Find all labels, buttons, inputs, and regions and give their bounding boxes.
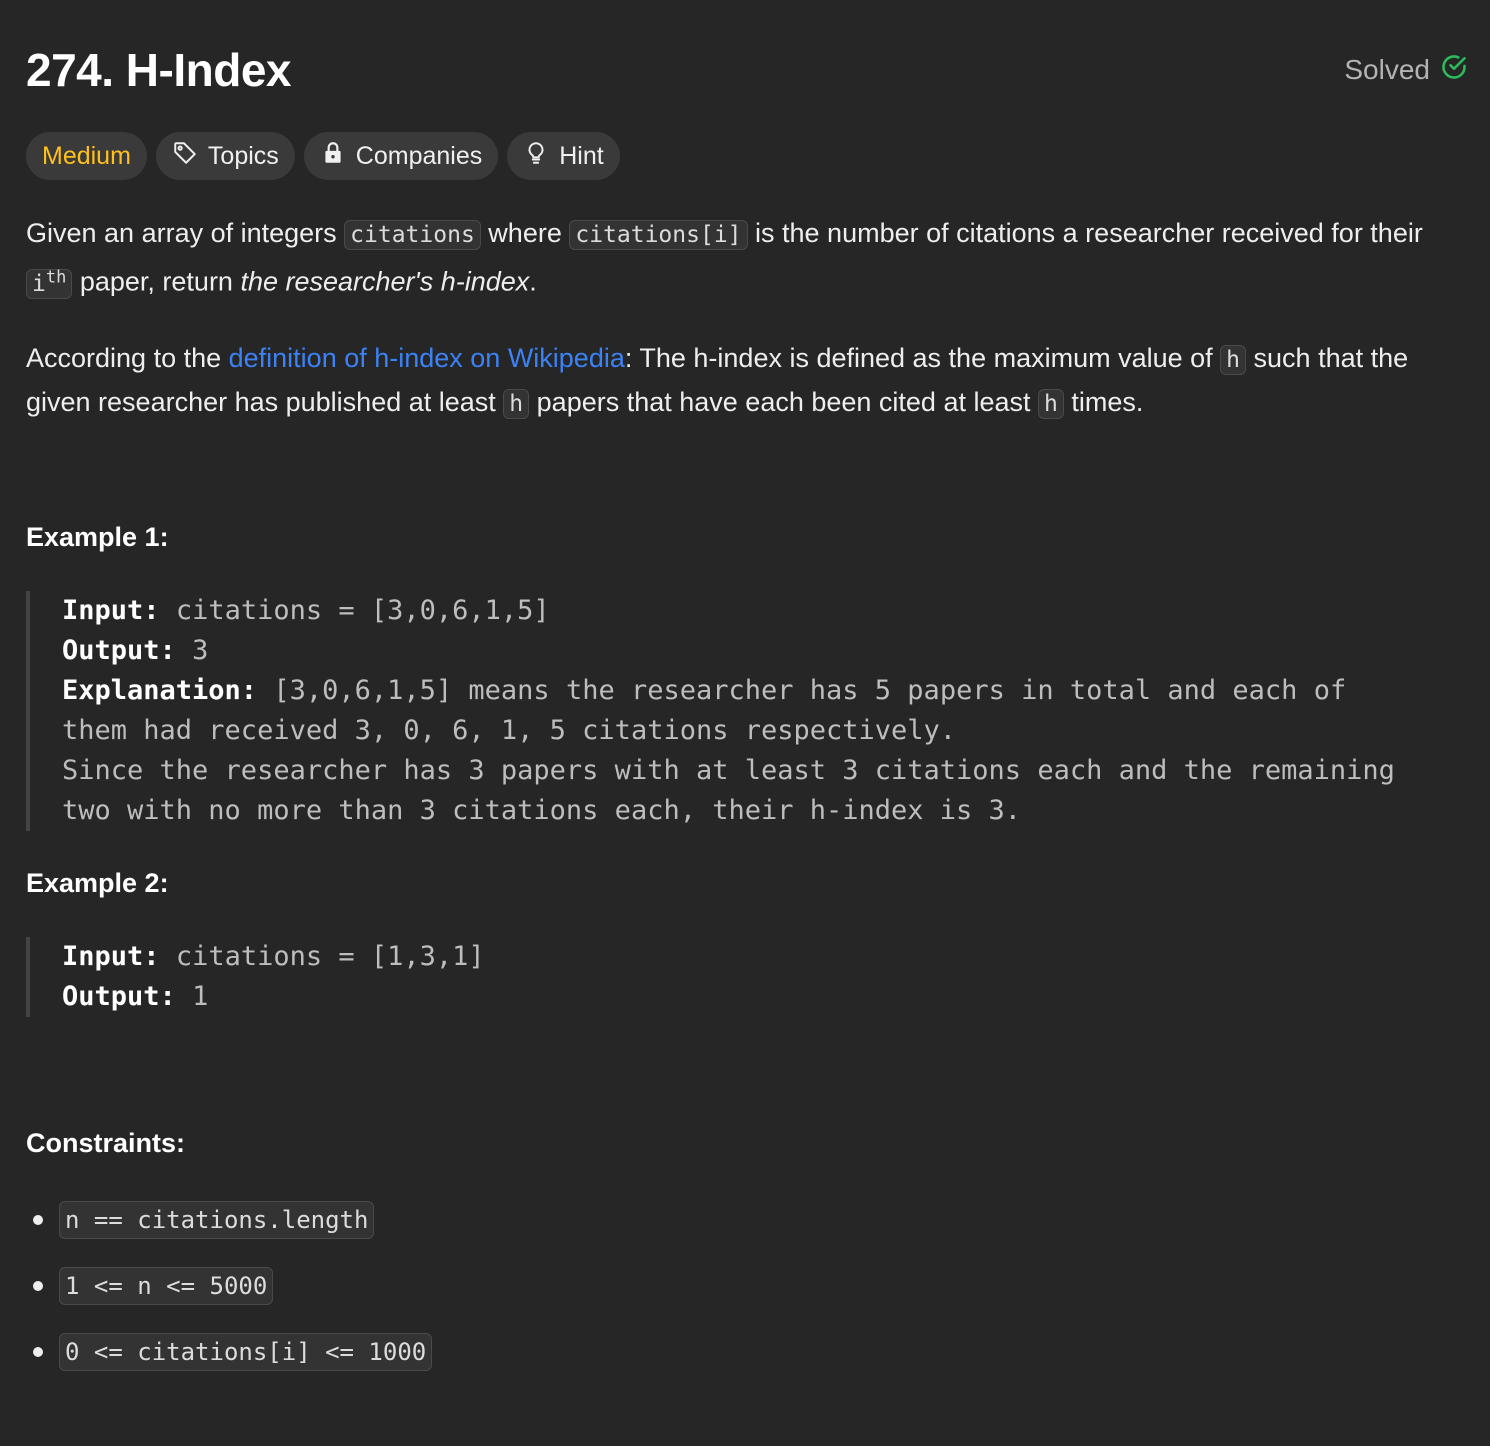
inline-code: h bbox=[503, 388, 530, 419]
input-value: citations = [1,3,1] bbox=[175, 941, 485, 972]
title-row: 274. H-Index Solved bbox=[26, 40, 1468, 100]
output-label: Output: bbox=[62, 981, 176, 1012]
example-output-line: Output: 1 bbox=[62, 977, 1460, 1017]
desc-text: times. bbox=[1063, 386, 1144, 417]
companies-label: Companies bbox=[355, 141, 483, 170]
inline-code: h bbox=[1038, 388, 1064, 419]
example-explanation-line: two with no more than 3 citations each, … bbox=[62, 795, 1022, 826]
desc-text: is the number of citations a researcher … bbox=[747, 218, 1423, 248]
problem-page: 274. H-Index Solved Medium Topics Compan… bbox=[0, 0, 1490, 1446]
input-label: Input: bbox=[62, 941, 160, 972]
desc-text: : The h-index is defined as the maximum … bbox=[624, 342, 1221, 373]
lightbulb-icon bbox=[523, 140, 549, 173]
tag-icon bbox=[172, 140, 198, 173]
code-text: i bbox=[32, 270, 46, 297]
desc-text: According to the bbox=[26, 342, 229, 373]
inline-code: citations[i] bbox=[569, 220, 748, 250]
solved-status: Solved bbox=[1344, 53, 1468, 88]
hint-button[interactable]: Hint bbox=[507, 132, 620, 180]
example-explanation-line: Explanation: [3,0,6,1,5] means the resea… bbox=[62, 671, 1460, 711]
tag-row: Medium Topics Companies Hint bbox=[26, 132, 620, 180]
check-circle-icon bbox=[1440, 53, 1468, 88]
topics-button[interactable]: Topics bbox=[155, 132, 295, 180]
lock-icon bbox=[320, 140, 346, 173]
bullet-icon bbox=[33, 1215, 43, 1225]
constraint-code: n == citations.length bbox=[59, 1201, 375, 1239]
wikipedia-link[interactable]: definition of h-index on Wikipedia bbox=[229, 343, 625, 373]
constraints-title: Constraints: bbox=[26, 1128, 186, 1158]
difficulty-label: Medium bbox=[42, 141, 131, 170]
example-output-line: Output: 3 bbox=[62, 631, 1460, 671]
bullet-icon bbox=[33, 1347, 43, 1357]
input-label: Input: bbox=[62, 595, 160, 626]
constraints-list: n == citations.length 1 <= n <= 5000 0 <… bbox=[26, 1200, 433, 1398]
problem-description: Given an array of integers citations whe… bbox=[26, 212, 1460, 457]
solved-label: Solved bbox=[1344, 54, 1430, 85]
inline-code: ith bbox=[26, 267, 73, 299]
problem-title[interactable]: 274. H-Index bbox=[26, 43, 292, 97]
constraint-item: 0 <= citations[i] <= 1000 bbox=[26, 1332, 433, 1372]
desc-emphasis: the researcher's h-index bbox=[240, 266, 530, 297]
output-label: Output: bbox=[62, 635, 176, 666]
description-paragraph-2: According to the definition of h-index o… bbox=[26, 337, 1460, 425]
inline-code: citations bbox=[344, 220, 481, 250]
example-2-title: Example 2: bbox=[26, 868, 169, 898]
hint-label: Hint bbox=[559, 141, 604, 170]
explanation-text: [3,0,6,1,5] means the researcher has 5 p… bbox=[273, 675, 1347, 706]
example-explanation-line: them had received 3, 0, 6, 1, 5 citation… bbox=[62, 715, 957, 746]
superscript: th bbox=[45, 267, 67, 287]
desc-text: paper, return bbox=[72, 266, 241, 297]
constraint-item: 1 <= n <= 5000 bbox=[26, 1266, 432, 1306]
example-1-title: Example 1: bbox=[26, 522, 169, 552]
input-value: citations = [3,0,6,1,5] bbox=[175, 595, 550, 626]
desc-text: where bbox=[480, 218, 570, 248]
description-paragraph-1: Given an array of integers citations whe… bbox=[26, 212, 1460, 305]
explanation-label: Explanation: bbox=[62, 675, 258, 706]
companies-button[interactable]: Companies bbox=[303, 132, 499, 180]
example-1-block: Input: citations = [3,0,6,1,5] Output: 3… bbox=[26, 591, 1460, 831]
desc-text: Given an array of integers bbox=[26, 218, 345, 248]
example-explanation-line: Since the researcher has 3 papers with a… bbox=[62, 755, 1395, 786]
output-value: 1 bbox=[192, 981, 209, 1012]
bullet-icon bbox=[33, 1281, 43, 1291]
desc-text: . bbox=[529, 266, 537, 297]
example-input-line: Input: citations = [3,0,6,1,5] bbox=[62, 591, 1460, 631]
difficulty-badge[interactable]: Medium bbox=[26, 132, 147, 180]
constraint-item: n == citations.length bbox=[26, 1200, 432, 1240]
topics-label: Topics bbox=[207, 141, 279, 170]
constraint-code: 0 <= citations[i] <= 1000 bbox=[59, 1333, 433, 1371]
constraint-code: 1 <= n <= 5000 bbox=[59, 1267, 274, 1305]
example-input-line: Input: citations = [1,3,1] bbox=[62, 937, 1460, 977]
example-2-block: Input: citations = [1,3,1] Output: 1 bbox=[26, 937, 1460, 1017]
desc-text: papers that have each been cited at leas… bbox=[529, 386, 1039, 417]
output-value: 3 bbox=[192, 635, 209, 666]
inline-code: h bbox=[1220, 344, 1247, 375]
